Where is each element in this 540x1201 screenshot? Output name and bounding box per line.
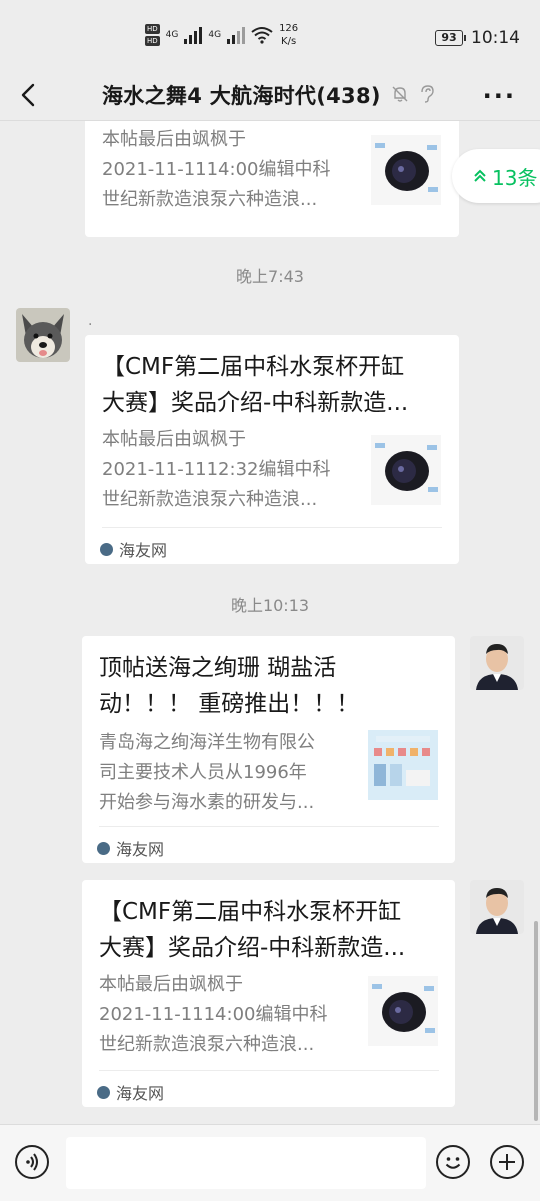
chat-area[interactable]: 本帖最后由飒枫于 2021-11-1114:00编辑中科 世纪新款造浪泵六种造浪…: [0, 121, 540, 1123]
hd-badges: HD HD: [145, 24, 160, 46]
link-card[interactable]: 本帖最后由飒枫于 2021-11-1114:00编辑中科 世纪新款造浪泵六种造浪…: [85, 121, 459, 237]
link-card[interactable]: 【CMF第二届中科水泵杯开缸 大赛】奖品介绍-中科新款造... 本帖最后由飒枫于…: [85, 335, 459, 564]
link-card[interactable]: 顶帖送海之绚珊 瑚盐活 动！！！ 重磅推出！！！ 青岛海之绚海洋生物有限公 司主…: [82, 636, 455, 863]
card-title: 【CMF第二届中科水泵杯开缸 大赛】奖品介绍-中科新款造...: [99, 894, 444, 966]
card-description: 青岛海之绚海洋生物有限公 司主要技术人员从1996年 开始参与海水素的研发与..…: [99, 728, 359, 818]
dog-avatar-image: [16, 308, 70, 362]
net-speed-unit: K/s: [281, 36, 297, 47]
source-logo-icon: [97, 1085, 110, 1099]
card-thumbnail: [371, 435, 441, 505]
new-messages-count: 13条: [492, 165, 538, 190]
man-avatar-image: [470, 880, 524, 934]
net-speed-value: 126: [279, 23, 299, 34]
link-card[interactable]: 【CMF第二届中科水泵杯开缸 大赛】奖品介绍-中科新款造... 本帖最后由飒枫于…: [82, 880, 455, 1107]
title-line: 【CMF第二届中科水泵杯开缸: [99, 899, 402, 925]
title-line: 顶帖送海之绚珊 瑚盐活: [99, 655, 337, 681]
pump-image: [372, 984, 435, 1033]
card-thumbnail: [368, 730, 438, 800]
header-status-icons: [390, 84, 436, 104]
clock: 10:14: [471, 28, 520, 48]
desc-line: 司主要技术人员从1996年: [99, 762, 307, 783]
signal-icon: [184, 26, 203, 44]
signal-icon-2: [227, 26, 246, 44]
ear-icon: [421, 85, 434, 103]
network-indicators: HD HD 4G 4G 126 K/s: [145, 22, 298, 48]
avatar[interactable]: [470, 636, 524, 690]
desc-line: 世纪新款造浪泵六种造浪...: [102, 489, 318, 510]
message-input[interactable]: [66, 1137, 426, 1189]
desc-line: 本帖最后由飒枫于: [99, 974, 243, 995]
desc-line: 2021-11-1114:00编辑中科: [102, 159, 331, 180]
coral-salt-image: [368, 730, 438, 800]
timestamp: 晚上10:13: [230, 596, 310, 615]
desc-line: 2021-11-1114:00编辑中科: [99, 1004, 328, 1025]
desc-line: 世纪新款造浪泵六种造浪...: [102, 189, 318, 210]
status-bar: HD HD 4G 4G 126 K/s 93 10:14: [0, 0, 540, 70]
hd-badge-2: HD: [145, 36, 160, 46]
back-arrow-icon[interactable]: [14, 80, 44, 110]
battery-icon: 93: [435, 30, 466, 46]
card-description: 本帖最后由飒枫于 2021-11-1114:00编辑中科 世纪新款造浪泵六种造浪…: [102, 125, 352, 215]
sender-name: .: [88, 313, 93, 329]
network-type-2: 4G: [208, 30, 222, 40]
emoji-icon[interactable]: [436, 1145, 470, 1179]
wifi-icon: [251, 27, 273, 44]
chat-header: 海水之舞4 大航海时代(438) ···: [0, 70, 540, 121]
man-avatar-image: [470, 636, 524, 690]
avatar[interactable]: [470, 880, 524, 934]
source-logo-icon: [100, 542, 113, 556]
source-name: 海友网: [116, 840, 165, 859]
timestamp: 晚上7:43: [236, 267, 304, 286]
source-name: 海友网: [119, 541, 168, 560]
pump-image: [375, 143, 438, 192]
scrollbar[interactable]: [534, 921, 538, 1121]
card-divider: [99, 826, 439, 827]
double-chevron-up-icon: [474, 169, 486, 182]
hd-badge-1: HD: [145, 24, 160, 34]
voice-icon[interactable]: [15, 1145, 49, 1179]
desc-line: 世纪新款造浪泵六种造浪...: [99, 1034, 315, 1055]
title-line: 动！！！ 重磅推出！！！: [99, 691, 360, 717]
card-title: 顶帖送海之绚珊 瑚盐活 动！！！ 重磅推出！！！: [99, 650, 444, 722]
card-source: 海友网: [100, 537, 167, 561]
card-thumbnail: [368, 976, 438, 1046]
input-bar: [0, 1124, 540, 1201]
network-type-1: 4G: [165, 30, 179, 40]
card-divider: [102, 527, 442, 528]
title-line: 大赛】奖品介绍-中科新款造...: [99, 935, 406, 961]
card-source: 海友网: [97, 836, 164, 860]
desc-line: 本帖最后由飒枫于: [102, 429, 246, 450]
title-line: 【CMF第二届中科水泵杯开缸: [102, 354, 405, 380]
source-name: 海友网: [116, 1084, 165, 1103]
net-speed: 126 K/s: [279, 22, 298, 48]
chat-title: 海水之舞4 大航海时代(438): [102, 84, 381, 108]
card-description: 本帖最后由飒枫于 2021-11-1112:32编辑中科 世纪新款造浪泵六种造浪…: [102, 425, 352, 515]
desc-line: 开始参与海水素的研发与...: [99, 792, 315, 813]
new-messages-button[interactable]: 13条: [452, 149, 540, 203]
title-line: 大赛】奖品介绍-中科新款造...: [102, 390, 409, 416]
more-icon[interactable]: ···: [483, 82, 516, 110]
desc-line: 2021-11-1112:32编辑中科: [102, 459, 331, 480]
desc-line: 本帖最后由飒枫于: [102, 129, 246, 150]
card-source: 海友网: [97, 1080, 164, 1104]
bell-off-icon: [392, 86, 408, 102]
pump-image: [375, 443, 438, 492]
plus-icon[interactable]: [490, 1145, 524, 1179]
card-divider: [99, 1070, 439, 1071]
source-logo-icon: [97, 841, 110, 855]
card-thumbnail: [371, 135, 441, 205]
avatar[interactable]: [16, 308, 70, 362]
card-title: 【CMF第二届中科水泵杯开缸 大赛】奖品介绍-中科新款造...: [102, 349, 447, 421]
desc-line: 青岛海之绚海洋生物有限公: [99, 732, 315, 753]
status-right: 93 10:14: [435, 28, 520, 48]
card-description: 本帖最后由飒枫于 2021-11-1114:00编辑中科 世纪新款造浪泵六种造浪…: [99, 970, 349, 1060]
